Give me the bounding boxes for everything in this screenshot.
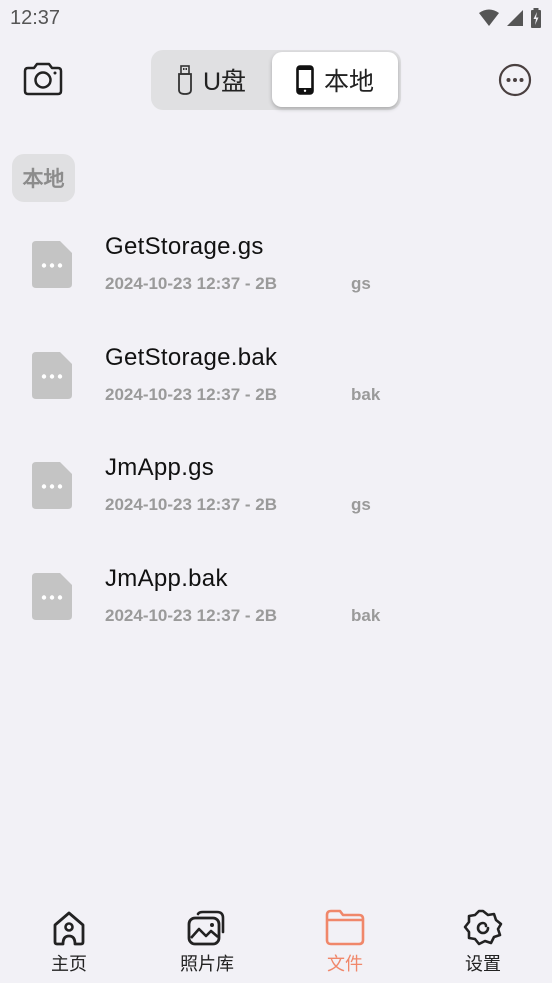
gallery-icon: [187, 910, 225, 946]
segment-usb-label: U盘: [202, 68, 247, 96]
settings-icon: [463, 909, 503, 946]
file-extension: gs: [351, 495, 371, 514]
nav-label-settings: 设置: [465, 954, 501, 974]
file-icon: [32, 351, 72, 399]
file-list: GetStorage.gs 2024-10-23 12:37 - 2B gs G…: [0, 220, 552, 662]
storage-segmented-control: U盘 本地: [151, 50, 401, 110]
file-name: GetStorage.bak: [105, 343, 278, 371]
camera-button[interactable]: [22, 62, 64, 96]
file-extension: bak: [351, 384, 381, 404]
nav-item-files[interactable]: 文件: [276, 900, 414, 983]
status-icons: [478, 8, 542, 28]
file-icon: [32, 572, 72, 620]
file-meta: 2024-10-23 12:37 - 2B: [105, 605, 278, 625]
nav-item-home[interactable]: 主页: [0, 900, 138, 983]
segment-usb[interactable]: U盘: [151, 50, 272, 110]
file-name: JmApp.gs: [105, 454, 215, 481]
top-bar: U盘 本地: [0, 46, 552, 116]
file-meta: 2024-10-23 12:37 - 2B: [105, 274, 278, 293]
file-list-item[interactable]: GetStorage.bak 2024-10-23 12:37 - 2B bak: [0, 331, 552, 442]
usb-drive-icon: [178, 65, 192, 95]
file-list-item[interactable]: JmApp.bak 2024-10-23 12:37 - 2B bak: [0, 552, 552, 663]
signal-icon: [507, 10, 523, 26]
file-meta: 2024-10-23 12:37 - 2B: [105, 384, 278, 404]
phone-icon: [296, 64, 314, 95]
home-icon: [53, 911, 85, 946]
file-name: GetStorage.gs: [105, 233, 264, 260]
nav-item-gallery[interactable]: 照片库: [138, 900, 276, 983]
nav-label-home: 主页: [51, 954, 87, 974]
file-icon: [32, 241, 72, 288]
file-icon: [32, 462, 72, 509]
folder-icon: [325, 909, 365, 946]
nav-label-gallery: 照片库: [180, 954, 234, 974]
status-bar: 12:37: [0, 0, 552, 38]
battery-charging-icon: [531, 8, 541, 28]
wifi-icon: [479, 9, 499, 26]
segment-local-label: 本地: [323, 67, 374, 96]
more-options-button[interactable]: [498, 63, 532, 97]
file-extension: bak: [351, 605, 381, 625]
nav-label-files: 文件: [327, 954, 363, 974]
file-meta: 2024-10-23 12:37 - 2B: [105, 495, 278, 514]
file-list-item[interactable]: GetStorage.gs 2024-10-23 12:37 - 2B gs: [0, 220, 552, 331]
camera-icon: [23, 62, 63, 96]
file-extension: gs: [351, 274, 371, 293]
nav-item-settings[interactable]: 设置: [414, 900, 552, 983]
status-time: 12:37: [10, 7, 61, 29]
more-options-icon: [498, 63, 532, 97]
bottom-navigation: 主页 照片库 文件 设置: [0, 900, 552, 983]
section-label-chip: 本地: [12, 154, 75, 202]
segment-local[interactable]: 本地: [272, 52, 398, 107]
file-name: JmApp.bak: [105, 564, 228, 592]
file-list-item[interactable]: JmApp.gs 2024-10-23 12:37 - 2B gs: [0, 441, 552, 552]
